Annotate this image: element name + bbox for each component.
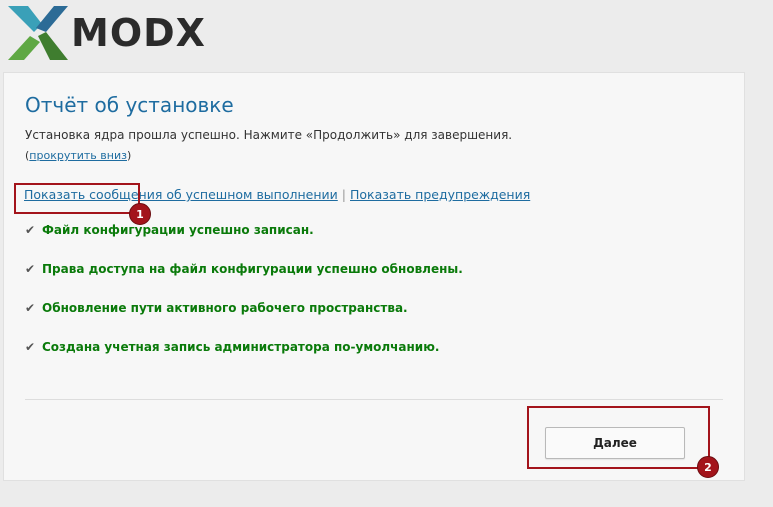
success-message-list: ✔ Файл конфигурации успешно записан. ✔ Пра… <box>25 223 463 379</box>
list-item: ✔ Файл конфигурации успешно записан. <box>25 223 463 262</box>
check-icon: ✔ <box>25 223 36 237</box>
scroll-down-line: (прокрутить вниз) <box>25 149 131 162</box>
install-report-panel: Отчёт об установке Установка ядра прошла… <box>3 72 745 481</box>
logo-text: MODX <box>71 11 206 55</box>
install-description: Установка ядра прошла успешно. Нажмите «… <box>25 128 513 142</box>
modx-logo <box>6 2 68 62</box>
divider <box>25 399 723 400</box>
message-text: Права доступа на файл конфигурации успеш… <box>42 262 463 276</box>
message-filter-links: Показать сообщения об успешном выполнени… <box>24 187 530 202</box>
next-button[interactable]: Далее <box>545 427 685 459</box>
message-text: Создана учетная запись администратора по… <box>42 340 440 354</box>
check-icon: ✔ <box>25 340 36 354</box>
check-icon: ✔ <box>25 301 36 315</box>
check-icon: ✔ <box>25 262 36 276</box>
list-item: ✔ Создана учетная запись администратора п… <box>25 340 463 379</box>
annotation-badge-2: 2 <box>697 456 719 478</box>
page-title: Отчёт об установке <box>25 93 234 117</box>
filter-separator: | <box>341 187 346 202</box>
list-item: ✔ Права доступа на файл конфигурации успе… <box>25 262 463 301</box>
modx-x-logo-icon <box>8 6 68 60</box>
message-text: Файл конфигурации успешно записан. <box>42 223 314 237</box>
scroll-paren-close: ) <box>126 149 132 162</box>
message-text: Обновление пути активного рабочего прост… <box>42 301 408 315</box>
annotation-badge-1: 1 <box>129 203 151 225</box>
show-success-link[interactable]: Показать сообщения об успешном выполнени… <box>24 187 338 202</box>
scroll-down-link[interactable]: прокрутить вниз <box>29 149 127 162</box>
list-item: ✔ Обновление пути активного рабочего прос… <box>25 301 463 340</box>
show-warnings-link[interactable]: Показать предупреждения <box>350 187 530 202</box>
